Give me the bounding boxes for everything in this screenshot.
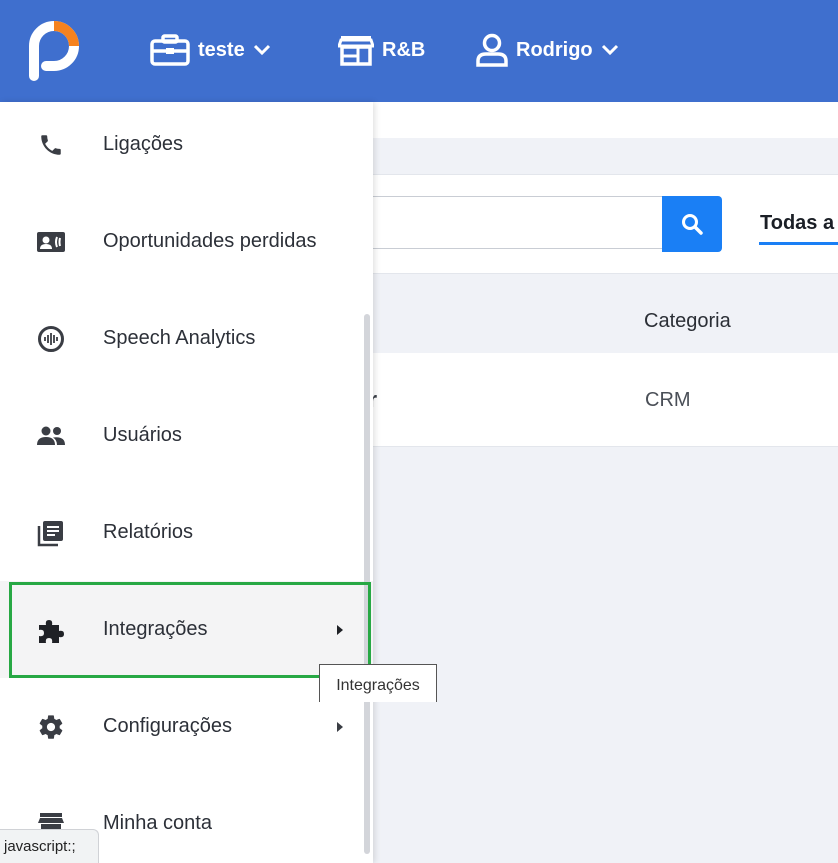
menu-item-oportunidades-perdidas[interactable]: Oportunidades perdidas (0, 193, 373, 290)
menu-item-speech-analytics[interactable]: Speech Analytics (0, 290, 373, 387)
menu-label: Relatórios (103, 521, 194, 543)
menu-label: Minha conta (103, 812, 212, 834)
reports-icon (36, 518, 66, 548)
tab-all[interactable]: Todas a (760, 212, 834, 235)
company-label: teste (198, 38, 245, 61)
chevron-down-icon (253, 44, 270, 56)
menu-label: Speech Analytics (103, 327, 256, 349)
contact-card-icon (36, 227, 66, 257)
menu-item-usuarios[interactable]: Usuários (0, 387, 373, 484)
briefcase-icon (150, 34, 190, 66)
menu-label: Ligações (103, 133, 184, 155)
menu-scrollbar[interactable] (364, 314, 370, 854)
menu-item-integracoes[interactable]: Integrações (0, 581, 373, 678)
users-icon (36, 421, 66, 451)
caret-right-icon (337, 624, 343, 635)
chevron-down-icon (601, 44, 618, 56)
company-selector[interactable]: teste (150, 28, 271, 72)
active-tab-indicator (759, 242, 838, 245)
gear-icon (36, 712, 66, 742)
menu-label: Usuários (103, 424, 182, 446)
search-button[interactable] (662, 196, 722, 252)
top-navbar: teste R&B Rodrigo (0, 0, 838, 102)
user-icon (476, 33, 508, 67)
puzzle-icon (36, 615, 66, 645)
phone-icon (36, 130, 66, 160)
store-label: R&B (382, 38, 426, 61)
user-menu[interactable]: Rodrigo (476, 28, 619, 72)
browser-status-bar: javascript:; (0, 829, 99, 863)
column-header-category: Categoria (644, 310, 731, 332)
store-icon (338, 36, 374, 66)
menu-item-relatorios[interactable]: Relatórios (0, 484, 373, 581)
menu-label: Configurações (103, 715, 232, 737)
menu-label: Oportunidades perdidas (103, 230, 317, 252)
caret-right-icon (337, 721, 343, 732)
row-category: CRM (645, 389, 691, 411)
menu-item-ligacoes[interactable]: Ligações (0, 102, 373, 193)
menu-label: Integrações (103, 618, 208, 640)
user-label: Rodrigo (516, 38, 593, 61)
audio-wave-icon (36, 324, 66, 354)
side-menu: Ligações Oportunidades perdidas Speech A… (0, 102, 373, 863)
menu-item-configuracoes[interactable]: Configurações (0, 678, 373, 775)
search-icon (682, 214, 703, 235)
store-selector[interactable]: R&B (338, 28, 425, 72)
app-logo[interactable] (24, 16, 80, 82)
tooltip: Integrações (319, 664, 437, 702)
